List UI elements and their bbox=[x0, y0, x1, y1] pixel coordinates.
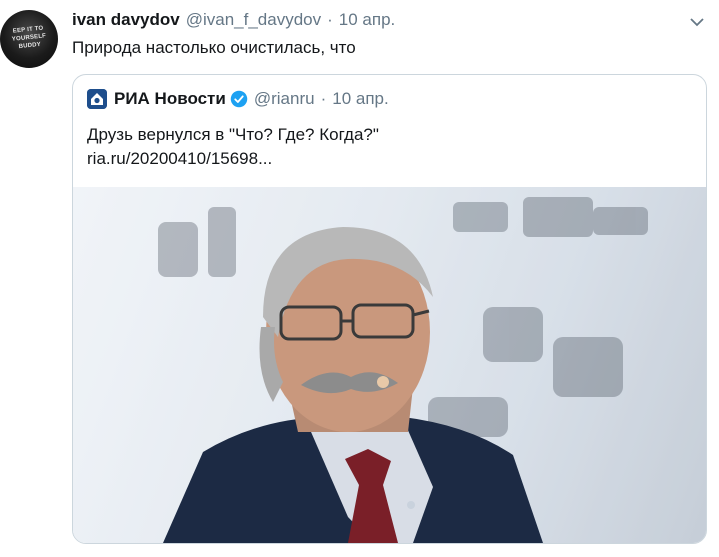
verified-badge-icon bbox=[230, 90, 248, 108]
quoted-author-name[interactable]: РИА Новости bbox=[114, 89, 226, 109]
quoted-tweet[interactable]: РИА Новости @rianru · 10 апр. Друзь верн… bbox=[72, 74, 707, 544]
quoted-link[interactable]: ria.ru/20200410/15698... bbox=[87, 147, 379, 171]
tweet-date[interactable]: 10 апр. bbox=[339, 10, 395, 30]
tweet-text: Природа настолько очистилась, что bbox=[72, 38, 356, 57]
quoted-date[interactable]: 10 апр. bbox=[332, 89, 388, 109]
separator-dot: · bbox=[327, 10, 333, 29]
tweet-header: ivan davydov @ivan_f_davydov · 10 апр. bbox=[72, 10, 395, 34]
news-photo[interactable] bbox=[73, 187, 706, 543]
chevron-down-icon[interactable] bbox=[689, 14, 705, 30]
avatar-text: EEP IT TO YOURSELF BUDDY bbox=[11, 25, 47, 51]
quoted-text-block: Друзь вернулся в "Что? Где? Когда?" ria.… bbox=[87, 123, 379, 171]
quoted-author-handle[interactable]: @rianru bbox=[254, 89, 315, 109]
author-name[interactable]: ivan davydov bbox=[72, 10, 180, 30]
quoted-text: Друзь вернулся в "Что? Где? Когда?" bbox=[87, 125, 379, 144]
separator-dot: · bbox=[320, 89, 327, 108]
author-handle[interactable]: @ivan_f_davydov bbox=[186, 10, 321, 30]
quoted-header: РИА Новости @rianru · 10 апр. bbox=[87, 89, 389, 109]
avatar[interactable]: EEP IT TO YOURSELF BUDDY bbox=[0, 10, 58, 68]
ria-logo-icon bbox=[87, 89, 107, 109]
